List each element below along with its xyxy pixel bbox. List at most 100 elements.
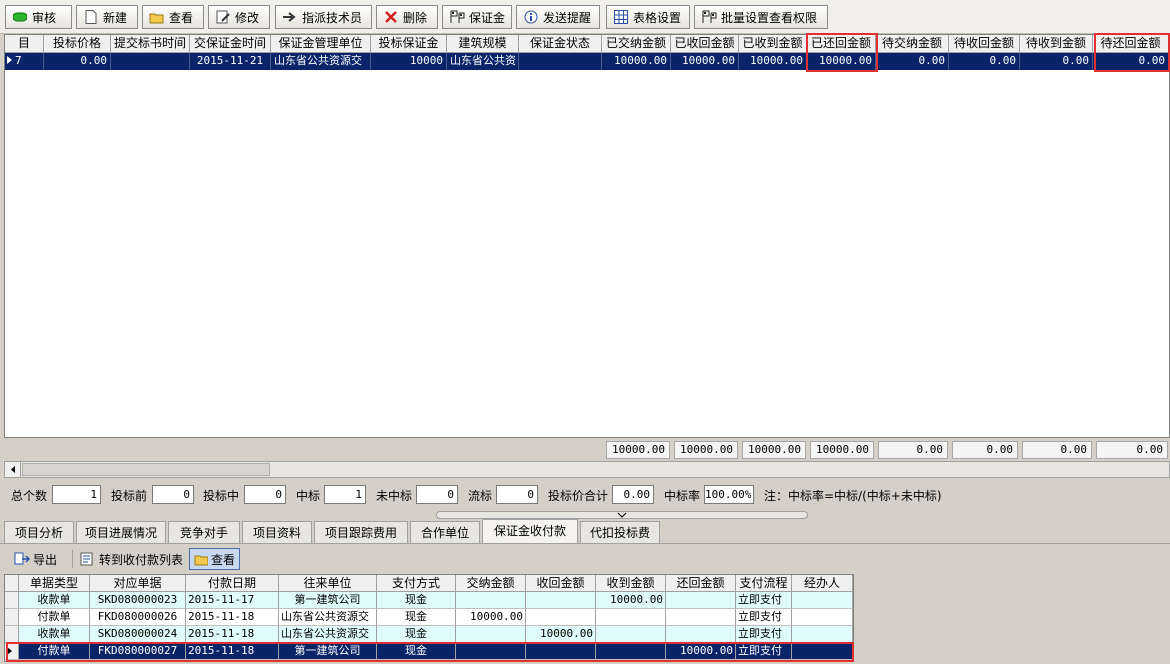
table-cell[interactable]: 现金 xyxy=(377,626,456,643)
tab-project-progress[interactable]: 项目进展情况 xyxy=(76,521,166,544)
tab-tracking-costs[interactable]: 项目跟踪费用 xyxy=(314,521,408,544)
table-cell[interactable] xyxy=(596,609,666,626)
column-header[interactable]: 收到金额 xyxy=(596,575,666,592)
column-header[interactable]: 待收回金额 xyxy=(949,35,1020,53)
table-cell[interactable] xyxy=(666,592,736,609)
row-indicator[interactable] xyxy=(5,626,19,643)
table-cell[interactable]: 10000.00 xyxy=(526,626,596,643)
row-indicator[interactable] xyxy=(5,609,19,626)
table-cell[interactable] xyxy=(111,53,190,70)
table-cell[interactable] xyxy=(792,609,853,626)
table-cell[interactable]: 10000.00 xyxy=(456,609,526,626)
table-cell[interactable]: 0.00 xyxy=(44,53,111,70)
horizontal-scrollbar[interactable] xyxy=(4,461,1170,478)
table-cell[interactable]: 山东省公共资源交 xyxy=(279,626,377,643)
table-cell[interactable]: 0.00 xyxy=(1093,53,1169,70)
delete-button[interactable]: 删除 xyxy=(376,5,438,29)
row-indicator-cell[interactable]: 7 xyxy=(5,53,44,70)
tab-project-analysis[interactable]: 项目分析 xyxy=(4,521,74,544)
table-cell[interactable] xyxy=(792,643,853,660)
column-header[interactable]: 已收回金额 xyxy=(671,35,739,53)
column-header[interactable]: 交保证金时间 xyxy=(190,35,271,53)
table-cell[interactable] xyxy=(456,643,526,660)
table-cell[interactable] xyxy=(456,592,526,609)
table-cell[interactable]: 10000.00 xyxy=(602,53,671,70)
table-cell[interactable] xyxy=(596,626,666,643)
table-cell[interactable]: 收款单 xyxy=(19,592,90,609)
bid-project-grid[interactable]: 目 投标价格 提交标书时间 交保证金时间 保证金管理单位 投标保证金 建筑规模 … xyxy=(4,33,1170,438)
column-header[interactable]: 投标保证金 xyxy=(371,35,447,53)
table-cell[interactable]: 第一建筑公司 xyxy=(279,592,377,609)
column-header[interactable]: 建筑规模 xyxy=(447,35,519,53)
audit-button[interactable]: 审核 xyxy=(5,5,72,29)
table-cell[interactable] xyxy=(526,592,596,609)
table-cell[interactable]: 10000.00 xyxy=(807,53,876,70)
column-header[interactable]: 待收到金额 xyxy=(1020,35,1093,53)
table-cell[interactable] xyxy=(792,626,853,643)
scroll-thumb[interactable] xyxy=(22,463,270,476)
column-header[interactable]: 对应单据 xyxy=(90,575,186,592)
table-cell[interactable]: FKD080000027 xyxy=(90,643,186,660)
table-cell[interactable]: 收款单 xyxy=(19,626,90,643)
row-indicator[interactable] xyxy=(5,643,19,660)
column-header[interactable]: 目 xyxy=(5,35,44,53)
column-header[interactable]: 经办人 xyxy=(792,575,853,592)
table-cell[interactable]: 2015-11-18 xyxy=(186,626,279,643)
table-cell[interactable]: 2015-11-18 xyxy=(186,609,279,626)
send-reminder-button[interactable]: 发送提醒 xyxy=(516,5,600,29)
column-header[interactable]: 支付方式 xyxy=(377,575,456,592)
table-cell[interactable] xyxy=(596,643,666,660)
goto-payment-list-button[interactable]: 转到收付款列表 xyxy=(76,548,187,570)
table-cell[interactable]: 10000 xyxy=(371,53,447,70)
table-cell[interactable]: 立即支付 xyxy=(736,643,792,660)
tab-bid-fee-deduction[interactable]: 代扣投标费 xyxy=(580,521,660,544)
column-header[interactable]: 提交标书时间 xyxy=(111,35,190,53)
column-header[interactable]: 保证金状态 xyxy=(519,35,602,53)
assign-technician-button[interactable]: 指派技术员 xyxy=(275,5,372,29)
table-cell[interactable] xyxy=(666,626,736,643)
table-cell[interactable] xyxy=(666,609,736,626)
deposit-button[interactable]: 保证金 xyxy=(442,5,512,29)
table-cell[interactable] xyxy=(526,609,596,626)
table-cell[interactable]: 山东省公共资 xyxy=(447,53,519,70)
table-cell[interactable]: 现金 xyxy=(377,643,456,660)
column-header[interactable]: 收回金额 xyxy=(526,575,596,592)
table-cell[interactable]: FKD080000026 xyxy=(90,609,186,626)
new-button[interactable]: 新建 xyxy=(76,5,138,29)
table-cell[interactable] xyxy=(792,592,853,609)
edit-button[interactable]: 修改 xyxy=(208,5,270,29)
table-cell[interactable]: 立即支付 xyxy=(736,592,792,609)
table-cell[interactable]: 2015-11-17 xyxy=(186,592,279,609)
table-settings-button[interactable]: 表格设置 xyxy=(606,5,690,29)
table-cell[interactable]: 10000.00 xyxy=(666,643,736,660)
column-header[interactable]: 已交纳金额 xyxy=(602,35,671,53)
column-header[interactable]: 单据类型 xyxy=(19,575,90,592)
tab-competitors[interactable]: 竞争对手 xyxy=(168,521,240,544)
column-header[interactable]: 支付流程 xyxy=(736,575,792,592)
table-cell[interactable]: 0.00 xyxy=(949,53,1020,70)
column-header[interactable]: 待交纳金额 xyxy=(876,35,949,53)
column-header[interactable]: 待还回金额 xyxy=(1093,35,1169,53)
table-cell[interactable]: 10000.00 xyxy=(739,53,807,70)
column-header[interactable]: 已还回金额 xyxy=(807,35,876,53)
table-cell[interactable]: SKD080000023 xyxy=(90,592,186,609)
column-header[interactable]: 付款日期 xyxy=(186,575,279,592)
column-header[interactable]: 保证金管理单位 xyxy=(271,35,371,53)
table-cell[interactable]: 山东省公共资源交 xyxy=(271,53,371,70)
table-cell[interactable]: 立即支付 xyxy=(736,609,792,626)
panel-splitter[interactable] xyxy=(436,511,808,519)
table-cell[interactable]: 付款单 xyxy=(19,609,90,626)
table-cell[interactable]: SKD080000024 xyxy=(90,626,186,643)
view-button[interactable]: 查看 xyxy=(142,5,204,29)
deposit-payment-grid[interactable]: 单据类型 对应单据 付款日期 往来单位 支付方式 交纳金额 收回金额 收到金额 … xyxy=(4,574,854,662)
table-cell[interactable]: 10000.00 xyxy=(671,53,739,70)
view-payment-button[interactable]: 查看 xyxy=(189,548,240,570)
column-header[interactable]: 已收到金额 xyxy=(739,35,807,53)
tab-partners[interactable]: 合作单位 xyxy=(410,521,480,544)
table-cell[interactable]: 立即支付 xyxy=(736,626,792,643)
table-cell[interactable]: 现金 xyxy=(377,592,456,609)
table-cell[interactable]: 付款单 xyxy=(19,643,90,660)
column-header[interactable]: 往来单位 xyxy=(279,575,377,592)
table-cell[interactable] xyxy=(456,626,526,643)
row-indicator[interactable] xyxy=(5,592,19,609)
